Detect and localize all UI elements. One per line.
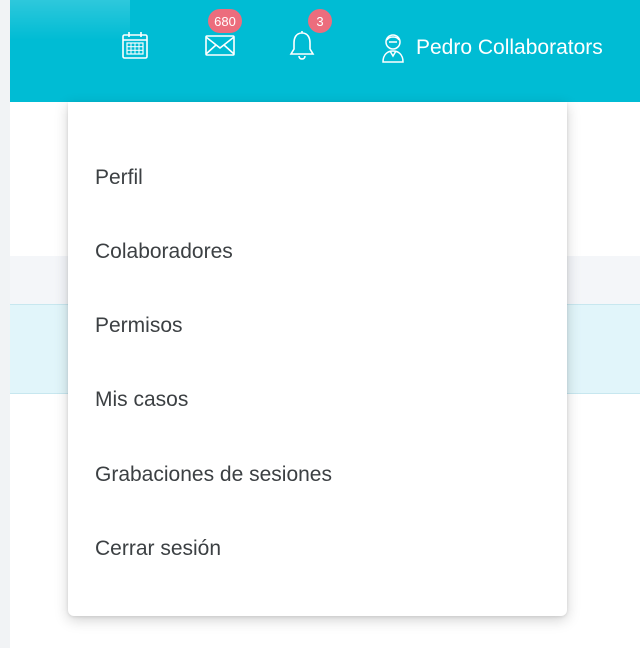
menu-item-cerrar-sesion[interactable]: Cerrar sesión [68, 519, 567, 579]
menu-item-perfil[interactable]: Perfil [68, 148, 567, 208]
menu-item-permisos[interactable]: Permisos [68, 296, 567, 356]
notification-count-badge: 3 [308, 9, 332, 33]
calendar-icon[interactable] [118, 28, 152, 62]
mail-count-badge: 680 [208, 9, 242, 33]
menu-item-colaboradores[interactable]: Colaboradores [68, 222, 567, 282]
menu-item-mis-casos[interactable]: Mis casos [68, 370, 567, 430]
bell-icon[interactable] [285, 28, 319, 62]
user-menu-toggle[interactable]: Pedro Collaborators [380, 28, 603, 68]
mail-icon[interactable] [203, 28, 237, 62]
user-dropdown-menu: Perfil Colaboradores Permisos Mis casos … [68, 102, 567, 616]
left-edge-strip [0, 0, 10, 648]
menu-item-grabaciones[interactable]: Grabaciones de sesiones [68, 445, 567, 505]
user-name: Pedro Collaborators [416, 36, 603, 59]
navbar-fade [10, 0, 130, 40]
user-avatar-icon [382, 34, 404, 63]
